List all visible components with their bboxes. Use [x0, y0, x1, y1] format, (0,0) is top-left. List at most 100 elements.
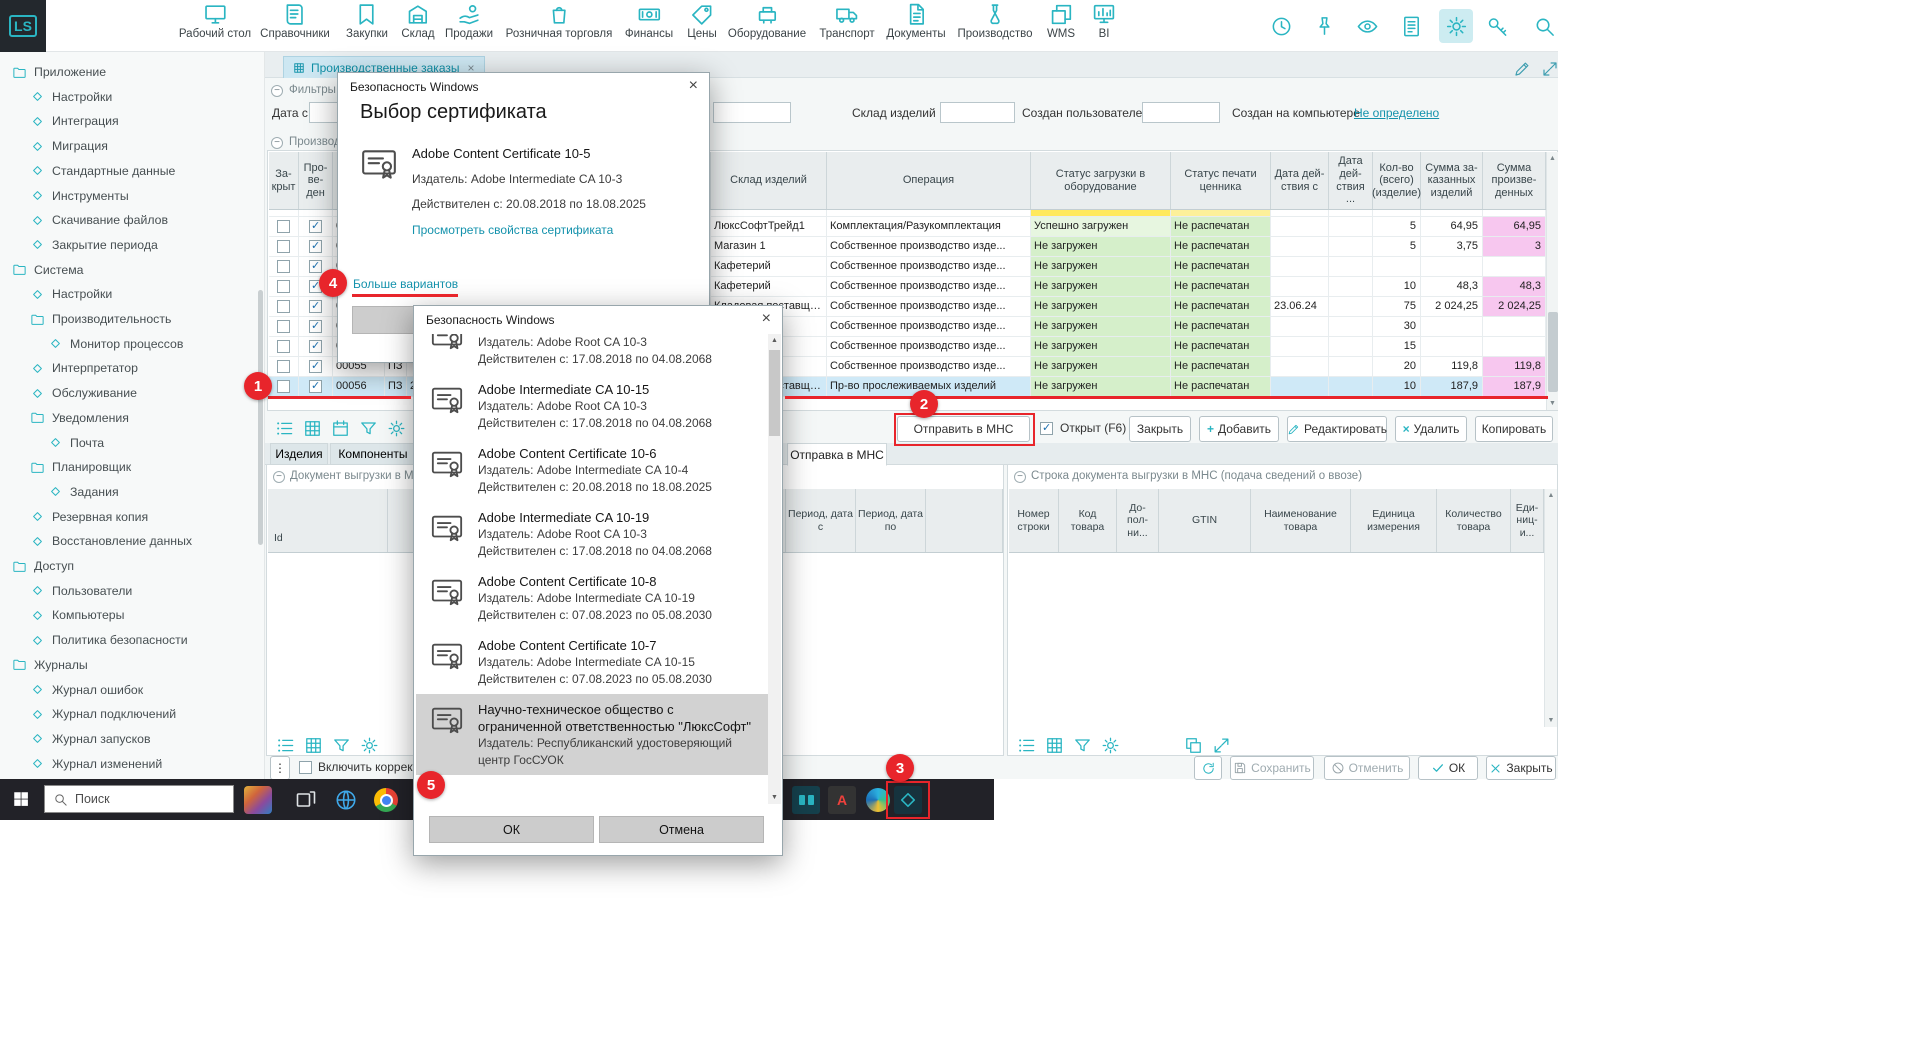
- certificate-item[interactable]: Adobe Content Certificate 10-8Издатель: …: [416, 566, 768, 630]
- column-header[interactable]: Дата дей-ствия ...: [1329, 152, 1373, 209]
- bottom-tab[interactable]: Отправка в МНС: [787, 443, 887, 466]
- search-button[interactable]: [1527, 9, 1561, 43]
- top-menu-item[interactable]: Оборудование: [728, 2, 806, 40]
- date-to-input[interactable]: [713, 102, 791, 123]
- column-header[interactable]: GTIN: [1159, 489, 1251, 552]
- checkbox-posted[interactable]: [309, 320, 322, 333]
- chrome-icon[interactable]: [372, 786, 400, 814]
- calendar-icon[interactable]: [328, 416, 352, 440]
- expand-icon[interactable]: [1209, 733, 1233, 757]
- gear-icon[interactable]: [384, 416, 408, 440]
- expand-icon[interactable]: [1541, 60, 1559, 78]
- cancel-button[interactable]: Отменить: [1324, 756, 1410, 780]
- filter-icon[interactable]: [356, 416, 380, 440]
- start-button[interactable]: [12, 790, 30, 813]
- sidebar-item[interactable]: Журнал изменений: [30, 752, 162, 776]
- checkbox-closed[interactable]: [277, 380, 290, 393]
- scroll-thumb[interactable]: [1548, 312, 1558, 392]
- sidebar-item[interactable]: Почта: [48, 431, 104, 455]
- copy-button[interactable]: Копировать: [1475, 416, 1553, 442]
- collapse-filters-icon[interactable]: −: [271, 85, 283, 97]
- app-icon-dark[interactable]: [792, 786, 820, 814]
- certificate-item[interactable]: Научно-техническое общество с ограниченн…: [416, 694, 768, 775]
- add-button[interactable]: +Добавить: [1199, 416, 1279, 442]
- certificate-item[interactable]: Adobe Content Certificate 10-7Издатель: …: [416, 630, 768, 694]
- column-header[interactable]: Номер строки: [1009, 489, 1059, 552]
- column-header[interactable]: Период, дата с: [786, 489, 856, 552]
- top-menu-item[interactable]: Справочники: [260, 2, 330, 40]
- top-menu-item[interactable]: Документы: [886, 2, 945, 40]
- sidebar-item[interactable]: Интеграция: [30, 109, 119, 133]
- top-menu-item[interactable]: Цены: [687, 2, 717, 40]
- checkbox-posted[interactable]: [309, 260, 322, 273]
- column-header[interactable]: Операция: [827, 152, 1031, 209]
- certificate-item[interactable]: Adobe Intermediate CA 10-15Издатель: Ado…: [416, 374, 768, 438]
- checkbox-posted[interactable]: [309, 340, 322, 353]
- sidebar-item[interactable]: Система: [12, 258, 84, 282]
- sidebar-item[interactable]: Резервная копия: [30, 505, 148, 529]
- checkbox-closed[interactable]: [277, 360, 290, 373]
- top-menu-item[interactable]: Производство: [958, 2, 1033, 40]
- sidebar-scrollbar[interactable]: [258, 290, 263, 545]
- collapse-group-icon[interactable]: −: [271, 137, 283, 149]
- checkbox-posted[interactable]: [309, 300, 322, 313]
- sidebar-item[interactable]: Пользователи: [30, 579, 132, 603]
- top-menu-item[interactable]: BI: [1092, 2, 1117, 40]
- sidebar-item[interactable]: Журнал запусков: [30, 727, 150, 751]
- column-header[interactable]: Количество товара: [1437, 489, 1511, 552]
- edit-icon[interactable]: [1513, 60, 1531, 78]
- checkbox-posted[interactable]: [309, 220, 322, 233]
- column-header[interactable]: Id: [268, 489, 388, 552]
- column-header[interactable]: Склад изделий: [711, 152, 827, 209]
- correction-checkbox[interactable]: [299, 761, 312, 774]
- scroll-down-icon[interactable]: ▼: [768, 794, 781, 801]
- delete-button[interactable]: ×Удалить: [1395, 416, 1467, 442]
- sidebar-item[interactable]: Восстановление данных: [30, 529, 192, 553]
- top-menu-item[interactable]: Продажи: [445, 2, 493, 40]
- more-options-link[interactable]: Больше вариантов: [353, 277, 458, 291]
- sidebar-item[interactable]: Задания: [48, 480, 119, 504]
- top-menu-item[interactable]: Финансы: [625, 2, 673, 40]
- checkbox-posted[interactable]: [309, 240, 322, 253]
- sidebar-item[interactable]: Доступ: [12, 554, 74, 578]
- filter-icon[interactable]: [1070, 733, 1094, 757]
- scroll-up-icon[interactable]: ▲: [768, 337, 781, 344]
- ok-button[interactable]: ОК: [1418, 756, 1478, 780]
- sidebar-item[interactable]: Уведомления: [30, 406, 129, 430]
- acrobat-icon[interactable]: A: [828, 786, 856, 814]
- sidebar-item[interactable]: Скачивание файлов: [30, 208, 168, 232]
- collapse-panel-icon[interactable]: −: [1014, 471, 1026, 483]
- warehouse-filter-input[interactable]: [940, 102, 1015, 123]
- column-header[interactable]: Единица измерения: [1351, 489, 1437, 552]
- refresh-button[interactable]: [1194, 756, 1222, 780]
- top-menu-item[interactable]: Транспорт: [819, 2, 874, 40]
- collapse-panel-icon[interactable]: −: [273, 471, 285, 483]
- created-computer-link[interactable]: Не определено: [1354, 106, 1439, 120]
- panel-scrollbar[interactable]: ▲ ▼: [1544, 489, 1557, 727]
- checkbox-posted[interactable]: [309, 360, 322, 373]
- created-user-input[interactable]: [1142, 102, 1220, 123]
- photos-icon[interactable]: [244, 786, 272, 814]
- task-view-icon[interactable]: [292, 786, 320, 814]
- grid-icon[interactable]: [300, 416, 324, 440]
- sidebar-item[interactable]: Производительность: [30, 307, 171, 331]
- top-menu-item[interactable]: Рабочий стол: [179, 2, 251, 40]
- view-properties-link[interactable]: Просмотреть свойства сертификата: [412, 223, 613, 237]
- column-header[interactable]: Про-ве-ден: [299, 152, 333, 209]
- bottom-tab[interactable]: Изделия: [270, 443, 328, 465]
- sidebar-item[interactable]: Настройки: [30, 282, 112, 306]
- checkbox-closed[interactable]: [277, 340, 290, 353]
- close-order-button[interactable]: Закрыть: [1129, 416, 1191, 442]
- column-header[interactable]: Статус печати ценника: [1171, 152, 1271, 209]
- key-button[interactable]: [1480, 9, 1514, 43]
- close-button[interactable]: Закрыть: [1486, 756, 1556, 780]
- scroll-down-icon[interactable]: ▼: [1547, 400, 1558, 407]
- checkbox-closed[interactable]: [277, 300, 290, 313]
- top-menu-item[interactable]: WMS: [1047, 2, 1075, 40]
- sidebar-item[interactable]: Обслуживание: [30, 381, 137, 405]
- sidebar-item[interactable]: Компьютеры: [30, 603, 124, 627]
- checkbox-closed[interactable]: [277, 320, 290, 333]
- sidebar-item[interactable]: Закрытие периода: [30, 233, 158, 257]
- certificate-item[interactable]: Adobe Content Certificate 10-6Издатель: …: [416, 438, 768, 502]
- grid-icon[interactable]: [1042, 733, 1066, 757]
